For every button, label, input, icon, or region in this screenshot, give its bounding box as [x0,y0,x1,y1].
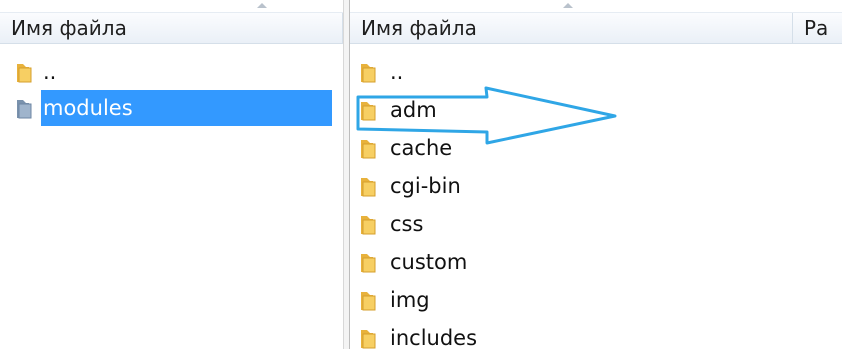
list-item-label: adm [390,98,437,122]
left-header-name-column[interactable]: Имя файла [0,3,343,43]
sort-arrow-icon [563,3,573,8]
list-item-label: modules [41,90,332,126]
list-item-label: .. [390,60,404,84]
sort-arrow-icon [257,3,267,8]
list-item-label: css [390,212,424,236]
list-item-includes[interactable]: includes [350,320,842,349]
list-item-label: cache [390,136,453,160]
folder-icon [358,325,384,349]
right-column-header: Имя файла Ра [350,3,842,44]
right-file-pane[interactable]: Имя файла Ра .. adm cache cgi-bin css cu… [350,0,842,349]
folder-icon [14,95,40,121]
list-item-cache[interactable]: cache [350,130,842,166]
list-item-img[interactable]: img [350,282,842,318]
folder-icon [358,287,384,313]
right-header-next-label: Ра [804,16,829,40]
folder-up-icon [14,59,40,85]
list-item-label: .. [43,60,57,84]
list-item-parent[interactable]: .. [350,54,842,90]
left-column-header: Имя файла [0,3,343,44]
list-item-label: includes [390,326,478,349]
pane-splitter[interactable] [343,0,350,349]
list-item-label: img [390,288,430,312]
folder-icon [358,173,384,199]
folder-icon [358,135,384,161]
list-item-adm[interactable]: adm [350,92,842,128]
list-item-modules[interactable]: modules [0,90,343,126]
left-pane-top-strip [0,0,343,12]
folder-icon [358,249,384,275]
left-header-name-label: Имя файла [11,16,127,40]
list-item-custom[interactable]: custom [350,244,842,280]
folder-icon [358,97,384,123]
folder-icon [358,211,384,237]
right-pane-top-strip [350,0,842,12]
folder-up-icon [358,59,384,85]
right-header-next-column[interactable]: Ра [793,13,842,43]
file-manager-window: Имя файла .. modules Имя файла Ра .. adm… [0,0,842,349]
list-item-parent[interactable]: .. [0,54,343,90]
list-item-label: cgi-bin [390,174,461,198]
right-header-name-column[interactable]: Имя файла [350,3,793,43]
right-header-name-label: Имя файла [361,16,477,40]
list-item-css[interactable]: css [350,206,842,242]
list-item-label: custom [390,250,468,274]
list-item-cgi-bin[interactable]: cgi-bin [350,168,842,204]
left-file-pane[interactable]: Имя файла .. modules [0,0,343,349]
